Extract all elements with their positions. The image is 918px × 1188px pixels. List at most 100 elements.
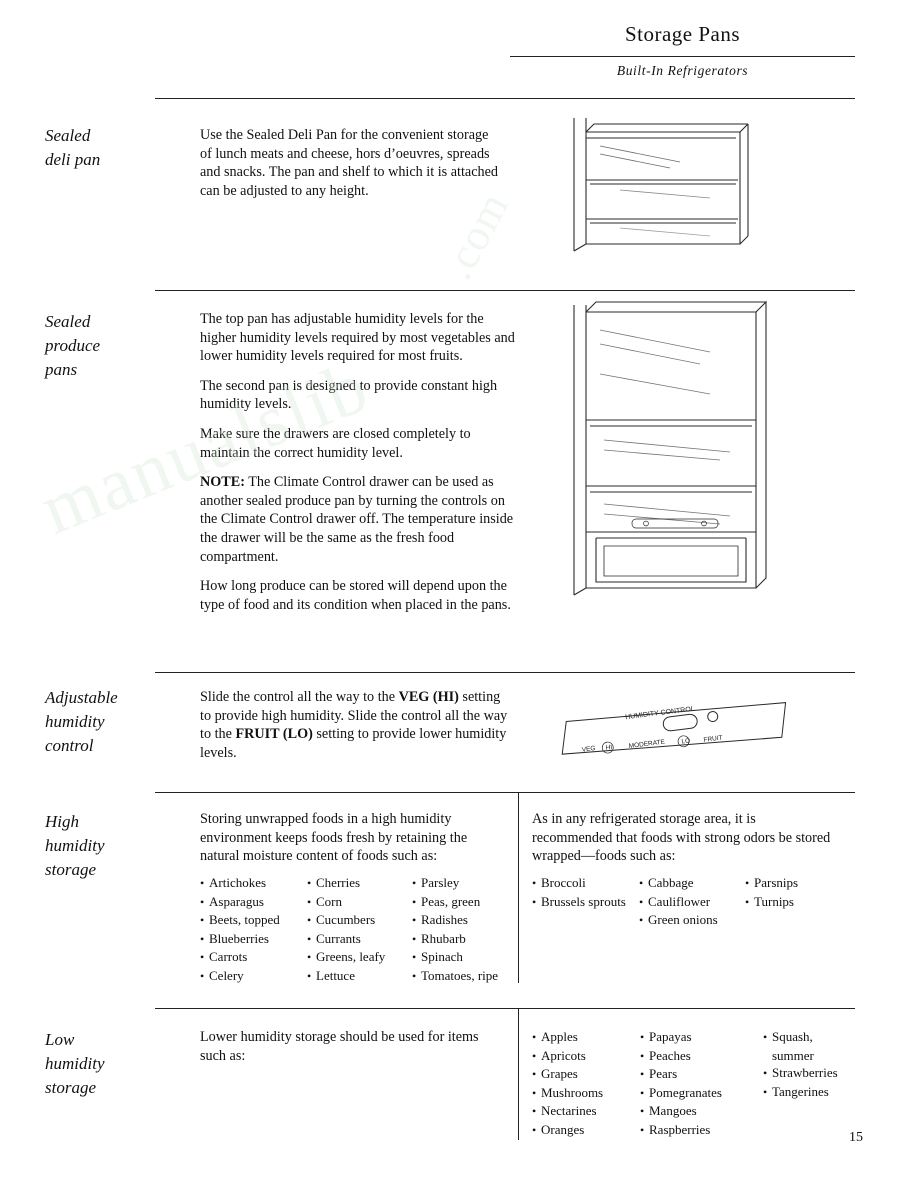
bullet-icon: •	[640, 1048, 645, 1063]
header-divider-top	[510, 56, 855, 57]
high-humidity-left-lists: • Artichokes • Asparagus • Beets, topped • B…	[200, 874, 520, 986]
label-line: humidity	[45, 1054, 105, 1073]
paragraph: Slide the control all the way to the VEG…	[200, 688, 510, 762]
emphasis-veg-hi: VEG (HI)	[398, 689, 459, 705]
food-column: • Papayas • Peaches • Pears • Pomegranates •…	[640, 1028, 763, 1140]
section-divider-4	[155, 792, 855, 793]
bullet-icon: •	[307, 931, 312, 946]
bullet-icon: •	[412, 931, 417, 946]
list-item: • Raspberries	[640, 1121, 763, 1140]
page-header: Storage Pans Built-In Refrigerators	[510, 22, 855, 79]
illustration-sealed-deli-pan	[560, 118, 760, 263]
food-column: • Broccoli • Brussels sprouts	[532, 874, 639, 930]
list-item: • Lettuce	[307, 967, 412, 986]
list-item: • Cauliflower	[639, 893, 745, 912]
list-item: • Greens, leafy	[307, 948, 412, 967]
page-title: Storage Pans	[624, 22, 741, 46]
high-humidity-right-intro: As in any refrigerated storage area, it …	[532, 810, 832, 866]
list-item: • Cherries	[307, 874, 412, 893]
label-line: pans	[45, 360, 78, 379]
list-item: • Strawberries	[763, 1064, 838, 1083]
bullet-icon: •	[532, 1048, 537, 1063]
bullet-icon: •	[763, 1030, 768, 1044]
list-item: • Papayas	[640, 1028, 763, 1047]
low-humidity-right-lists: • Apples • Apricots • Grapes • Mushrooms • Ne…	[532, 1028, 842, 1140]
section-body-adjustable-humidity-control: Slide the control all the way to the VEG…	[200, 688, 510, 762]
label-line: Sealed	[45, 312, 91, 331]
bullet-icon: •	[200, 894, 205, 909]
list-item: • Broccoli	[532, 874, 639, 893]
section-divider-3	[155, 672, 855, 673]
illustration-sealed-produce-pans	[560, 300, 780, 605]
list-item: • Squash,	[763, 1028, 838, 1047]
bullet-icon: •	[532, 894, 537, 909]
bullet-icon: •	[640, 1067, 645, 1082]
bullet-icon: •	[412, 894, 417, 909]
bullet-icon: •	[639, 894, 644, 909]
label-line: deli pan	[45, 150, 101, 169]
paragraph: Storing unwrapped foods in a high humidi…	[200, 811, 468, 865]
illustration-humidity-control: HUMIDITY CONTROL VEG HI MODERATE LO FRUI…	[552, 694, 802, 764]
list-item: • Asparagus	[200, 893, 307, 912]
label-line: control	[45, 736, 94, 755]
bullet-icon: •	[412, 913, 417, 928]
list-item: • Apricots	[532, 1047, 640, 1066]
humidity-control-title: HUMIDITY CONTROL	[625, 706, 695, 721]
list-item: • Pomegranates	[640, 1084, 763, 1103]
high-humidity-left-intro: Storing unwrapped foods in a high humidi…	[200, 810, 505, 866]
section-label-adjustable-humidity-control: Adjustable humidity control	[45, 686, 155, 758]
list-item: • Apples	[532, 1028, 640, 1047]
food-column: • Parsley • Peas, green • Radishes • Rhubarb…	[412, 874, 498, 986]
label-line: High	[45, 812, 79, 831]
paragraph: As in any refrigerated storage area, it …	[532, 811, 831, 865]
section-body-sealed-produce-pans: The top pan has adjustable humidity leve…	[200, 310, 515, 614]
bullet-icon: •	[532, 1067, 537, 1082]
bullet-icon: •	[532, 876, 537, 890]
paragraph: Lower humidity storage should be used fo…	[200, 1029, 479, 1064]
list-item: • Brussels sprouts	[532, 893, 639, 912]
list-item: • Parsnips	[745, 874, 798, 893]
paragraph: The second pan is designed to provide co…	[200, 377, 498, 413]
list-item: • Mangoes	[640, 1102, 763, 1121]
bullet-icon: •	[639, 876, 644, 890]
bullet-icon: •	[640, 1085, 645, 1100]
list-item-continuation: summer	[772, 1047, 814, 1063]
bullet-icon: •	[307, 876, 312, 890]
list-item: • Oranges	[532, 1121, 640, 1140]
emphasis-fruit-lo: FRUIT (LO)	[235, 726, 313, 743]
bullet-icon: •	[532, 1085, 537, 1100]
label-line: Low	[45, 1030, 75, 1049]
bullet-icon: •	[745, 894, 750, 909]
header-subtitle: Built-In Refrigerators	[616, 63, 749, 78]
list-item: • Green onions	[639, 911, 745, 930]
bullet-icon: •	[307, 968, 312, 983]
bullet-icon: •	[200, 931, 205, 946]
section-divider-5	[155, 1008, 855, 1009]
list-item: • Mushrooms	[532, 1084, 640, 1103]
food-column: • Squash, summer • Strawberries • Tangerine…	[763, 1028, 838, 1140]
section-divider-1	[155, 98, 855, 99]
paragraph: Make sure the drawers are closed complet…	[200, 425, 471, 461]
label-line: Adjustable	[45, 688, 118, 707]
list-item: • Tomatoes, ripe	[412, 967, 498, 986]
list-item: • Corn	[307, 893, 412, 912]
bullet-icon: •	[200, 913, 205, 928]
paragraph: Use the Sealed Deli Pan for the convenie…	[200, 127, 498, 199]
list-item: • Spinach	[412, 948, 498, 967]
bullet-icon: •	[200, 950, 205, 965]
bullet-icon: •	[532, 1122, 537, 1137]
bullet-icon: •	[200, 968, 205, 983]
bullet-icon: •	[307, 913, 312, 928]
food-column: • Apples • Apricots • Grapes • Mushrooms • Ne…	[532, 1028, 640, 1140]
label-line: humidity	[45, 836, 105, 855]
bullet-icon: •	[745, 876, 750, 890]
list-item: • Cabbage	[639, 874, 745, 893]
label-line: produce	[45, 336, 101, 355]
list-item: • Beets, topped	[200, 911, 307, 930]
bullet-icon: •	[532, 1030, 537, 1044]
food-column: • Parsnips • Turnips	[745, 874, 798, 930]
bullet-icon: •	[763, 1066, 768, 1081]
low-humidity-left-intro: Lower humidity storage should be used fo…	[200, 1028, 500, 1065]
bullet-icon: •	[640, 1104, 645, 1119]
page-number: 15	[849, 1130, 863, 1145]
